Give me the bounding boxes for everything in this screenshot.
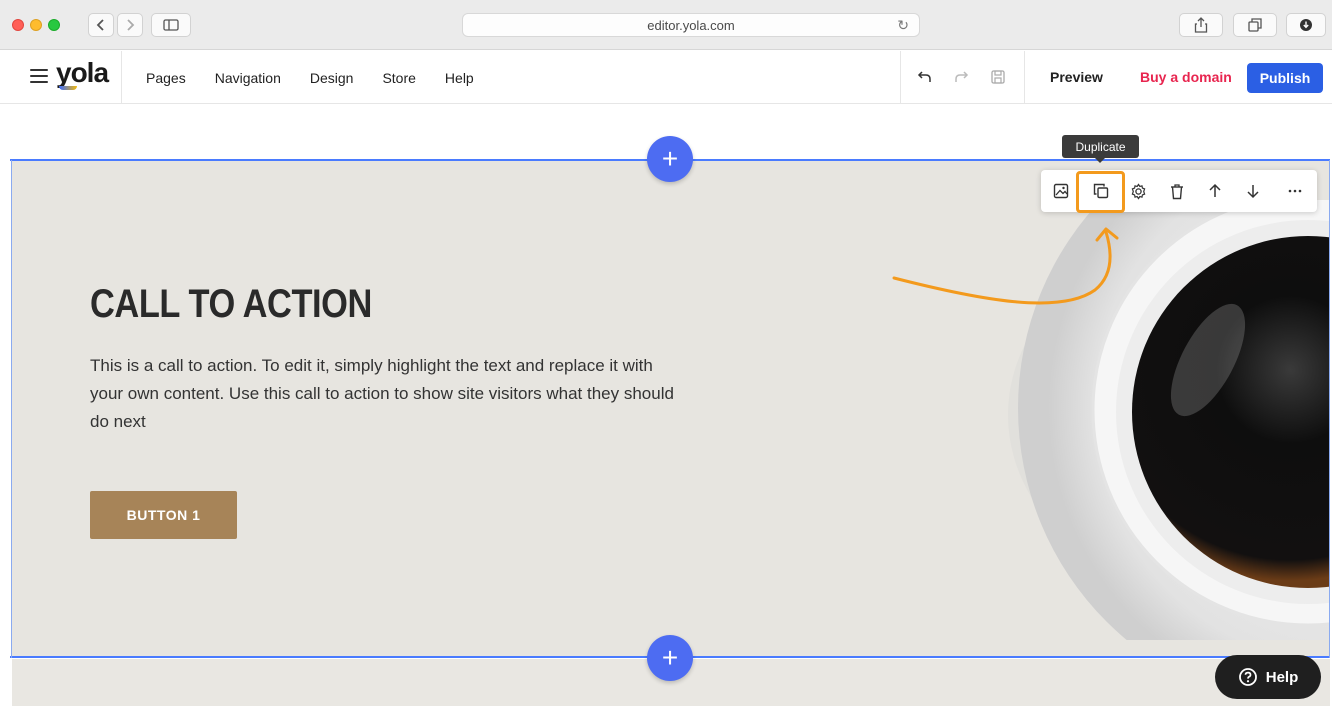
help-label: Help bbox=[1265, 668, 1299, 686]
help-button[interactable]: Help bbox=[1215, 655, 1321, 699]
annotation-arrow-icon bbox=[892, 227, 1119, 305]
app-window: editor.yola.com ↻ yola Pages Navigation … bbox=[0, 0, 1332, 706]
question-icon bbox=[1238, 668, 1257, 686]
